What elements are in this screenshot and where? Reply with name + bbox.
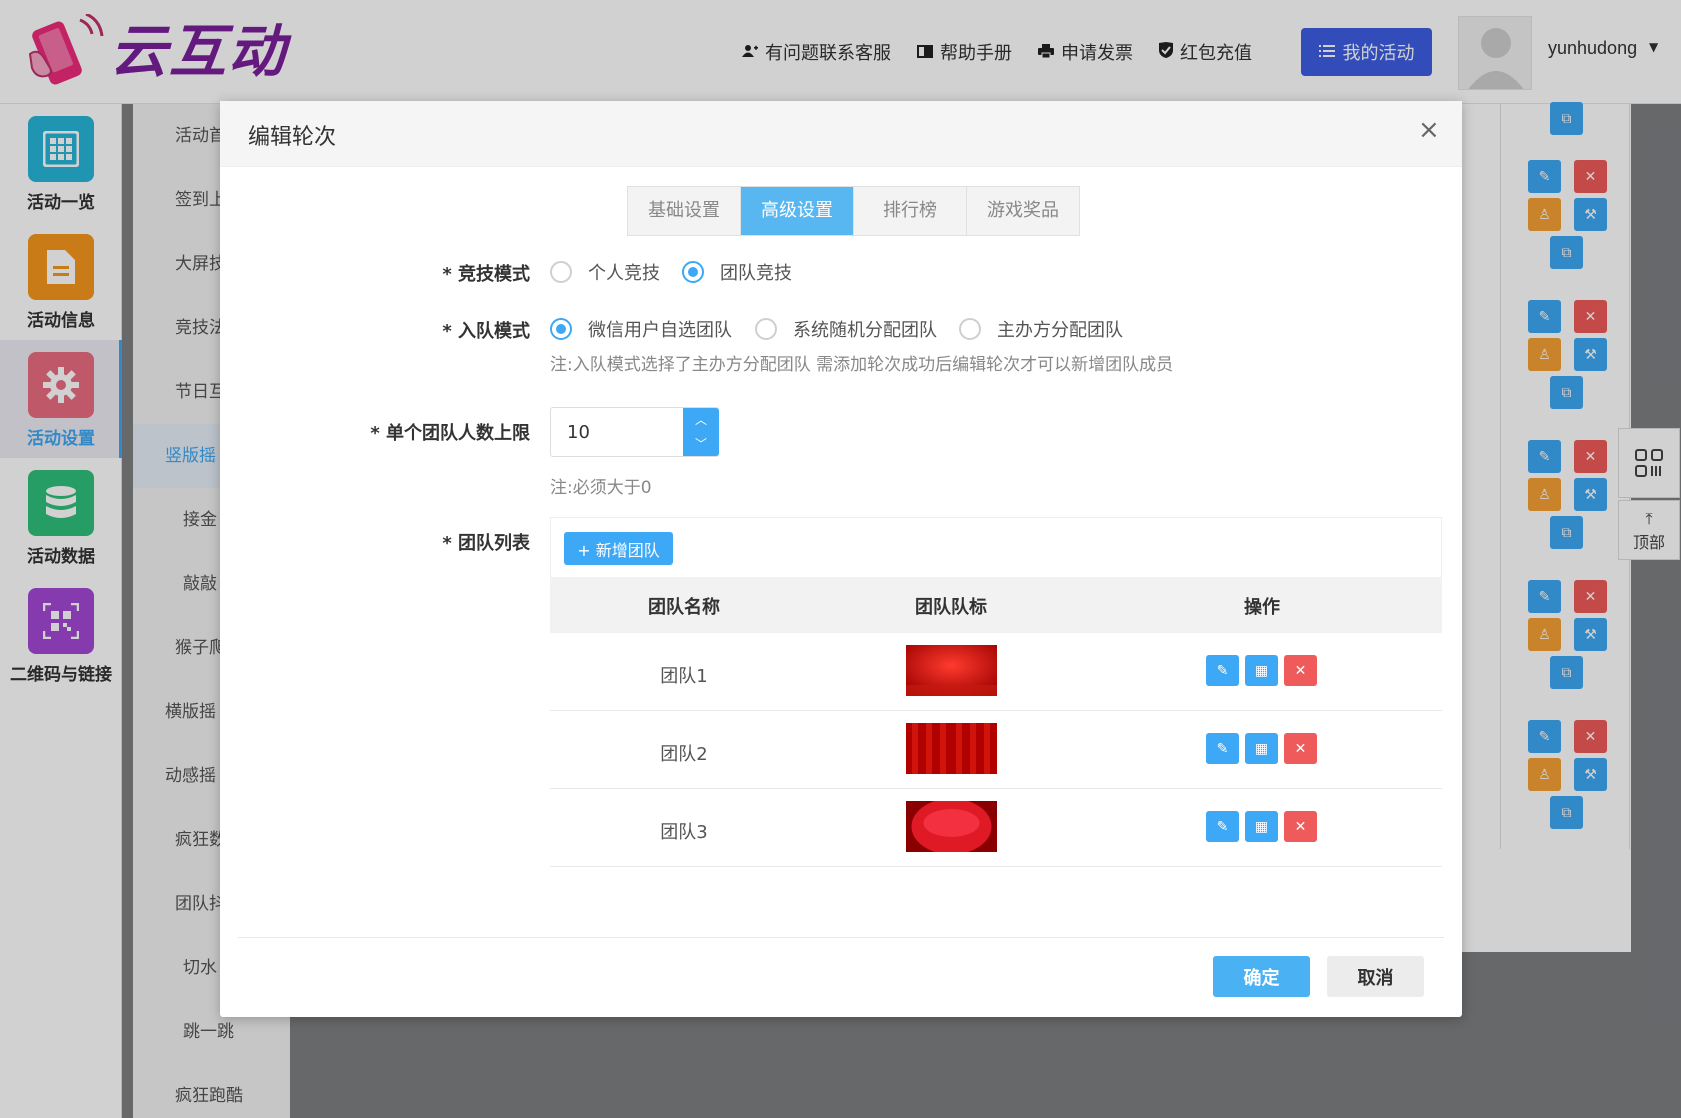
chevron-down-icon[interactable]: ﹀ bbox=[683, 432, 719, 456]
radio-label: 系统随机分配团队 bbox=[793, 320, 937, 341]
dialog-footer-divider bbox=[238, 937, 1444, 938]
close-icon: ✕ bbox=[1294, 818, 1307, 835]
dialog-title: 编辑轮次 bbox=[248, 125, 337, 150]
tab-advanced-settings[interactable]: 高级设置 bbox=[741, 187, 854, 235]
cancel-button[interactable]: 取消 bbox=[1327, 956, 1424, 997]
table-row: 团队3 ✎ ▦ ✕ bbox=[550, 789, 1442, 867]
radio-circle-icon bbox=[550, 261, 572, 283]
tab-leaderboard[interactable]: 排行榜 bbox=[854, 187, 967, 235]
radio-label: 微信用户自选团队 bbox=[588, 320, 732, 341]
radio-individual[interactable]: 个人竞技 bbox=[550, 259, 660, 285]
edit-button[interactable]: ✎ bbox=[1206, 811, 1239, 842]
team-name: 团队1 bbox=[660, 666, 708, 687]
table-row: 团队1 ✎ ▦ ✕ bbox=[550, 633, 1442, 711]
competition-mode-label: * 竞技模式 bbox=[442, 264, 530, 285]
close-icon: ✕ bbox=[1294, 740, 1307, 757]
radio-label: 团队竞技 bbox=[720, 263, 792, 284]
qrcode-button[interactable]: ▦ bbox=[1245, 655, 1278, 686]
team-table-header: 团队名称 团队队标 操作 bbox=[550, 577, 1442, 633]
radio-label: 个人竞技 bbox=[588, 263, 660, 284]
join-mode-label: * 入队模式 bbox=[442, 321, 530, 342]
qrcode-icon: ▦ bbox=[1254, 662, 1269, 679]
row-actions: ✎ ▦ ✕ bbox=[1206, 733, 1323, 764]
qrcode-icon: ▦ bbox=[1254, 818, 1269, 835]
pencil-icon: ✎ bbox=[1216, 740, 1229, 757]
confirm-button[interactable]: 确定 bbox=[1213, 956, 1310, 997]
team-flag-image bbox=[906, 645, 997, 696]
add-team-button[interactable]: + 新增团队 bbox=[564, 532, 673, 565]
team-name: 团队2 bbox=[660, 744, 708, 765]
team-flag-image bbox=[906, 723, 997, 774]
team-list: + 新增团队 团队名称 团队队标 操作 团队1 ✎ ▦ ✕ 团队2 ✎ ▦ ✕ … bbox=[550, 517, 1442, 867]
dialog-header: 编辑轮次 × bbox=[220, 101, 1462, 167]
radio-circle-icon bbox=[959, 318, 981, 340]
edit-button[interactable]: ✎ bbox=[1206, 733, 1239, 764]
edit-round-dialog: 编辑轮次 × 基础设置 高级设置 排行榜 游戏奖品 * 竞技模式 个人竞技 团队… bbox=[220, 101, 1462, 1017]
team-flag-image bbox=[906, 801, 997, 852]
team-limit-label: * 单个团队人数上限 bbox=[370, 423, 530, 444]
delete-button[interactable]: ✕ bbox=[1284, 811, 1317, 842]
column-header: 操作 bbox=[1244, 597, 1280, 618]
qrcode-button[interactable]: ▦ bbox=[1245, 811, 1278, 842]
team-list-label: * 团队列表 bbox=[442, 533, 530, 554]
table-row: 团队2 ✎ ▦ ✕ bbox=[550, 711, 1442, 789]
pencil-icon: ✎ bbox=[1216, 662, 1229, 679]
qrcode-icon: ▦ bbox=[1254, 740, 1269, 757]
edit-button[interactable]: ✎ bbox=[1206, 655, 1239, 686]
team-list-toolbar: + 新增团队 bbox=[550, 517, 1442, 577]
tab-game-prizes[interactable]: 游戏奖品 bbox=[967, 187, 1079, 235]
team-limit-stepper[interactable]: 10 ︿ ﹀ bbox=[550, 407, 719, 457]
radio-label: 主办方分配团队 bbox=[997, 320, 1123, 341]
tab-basic-settings[interactable]: 基础设置 bbox=[628, 187, 741, 235]
radio-host-assign[interactable]: 主办方分配团队 bbox=[959, 316, 1123, 342]
radio-circle-icon bbox=[755, 318, 777, 340]
radio-circle-checked-icon bbox=[682, 261, 704, 283]
chevron-up-icon[interactable]: ︿ bbox=[683, 408, 719, 432]
qrcode-button[interactable]: ▦ bbox=[1245, 733, 1278, 764]
column-header: 团队名称 bbox=[648, 597, 720, 618]
close-icon: ✕ bbox=[1294, 662, 1307, 679]
stepper-buttons: ︿ ﹀ bbox=[683, 408, 719, 456]
team-name: 团队3 bbox=[660, 822, 708, 843]
join-mode-note: 注:入队模式选择了主办方分配团队 需添加轮次成功后编辑轮次才可以新增团队成员 bbox=[550, 355, 1174, 375]
team-limit-value[interactable]: 10 bbox=[567, 422, 590, 443]
delete-button[interactable]: ✕ bbox=[1284, 733, 1317, 764]
team-limit-note: 注:必须大于0 bbox=[550, 478, 652, 498]
radio-random-assign[interactable]: 系统随机分配团队 bbox=[755, 316, 937, 342]
row-actions: ✎ ▦ ✕ bbox=[1206, 811, 1323, 842]
settings-tabs: 基础设置 高级设置 排行榜 游戏奖品 bbox=[627, 186, 1080, 236]
radio-team[interactable]: 团队竞技 bbox=[682, 259, 792, 285]
radio-circle-checked-icon bbox=[550, 318, 572, 340]
row-actions: ✎ ▦ ✕ bbox=[1206, 655, 1323, 686]
column-header: 团队队标 bbox=[915, 597, 987, 618]
radio-self-select-team[interactable]: 微信用户自选团队 bbox=[550, 316, 732, 342]
pencil-icon: ✎ bbox=[1216, 818, 1229, 835]
close-icon[interactable]: × bbox=[1418, 115, 1440, 145]
delete-button[interactable]: ✕ bbox=[1284, 655, 1317, 686]
